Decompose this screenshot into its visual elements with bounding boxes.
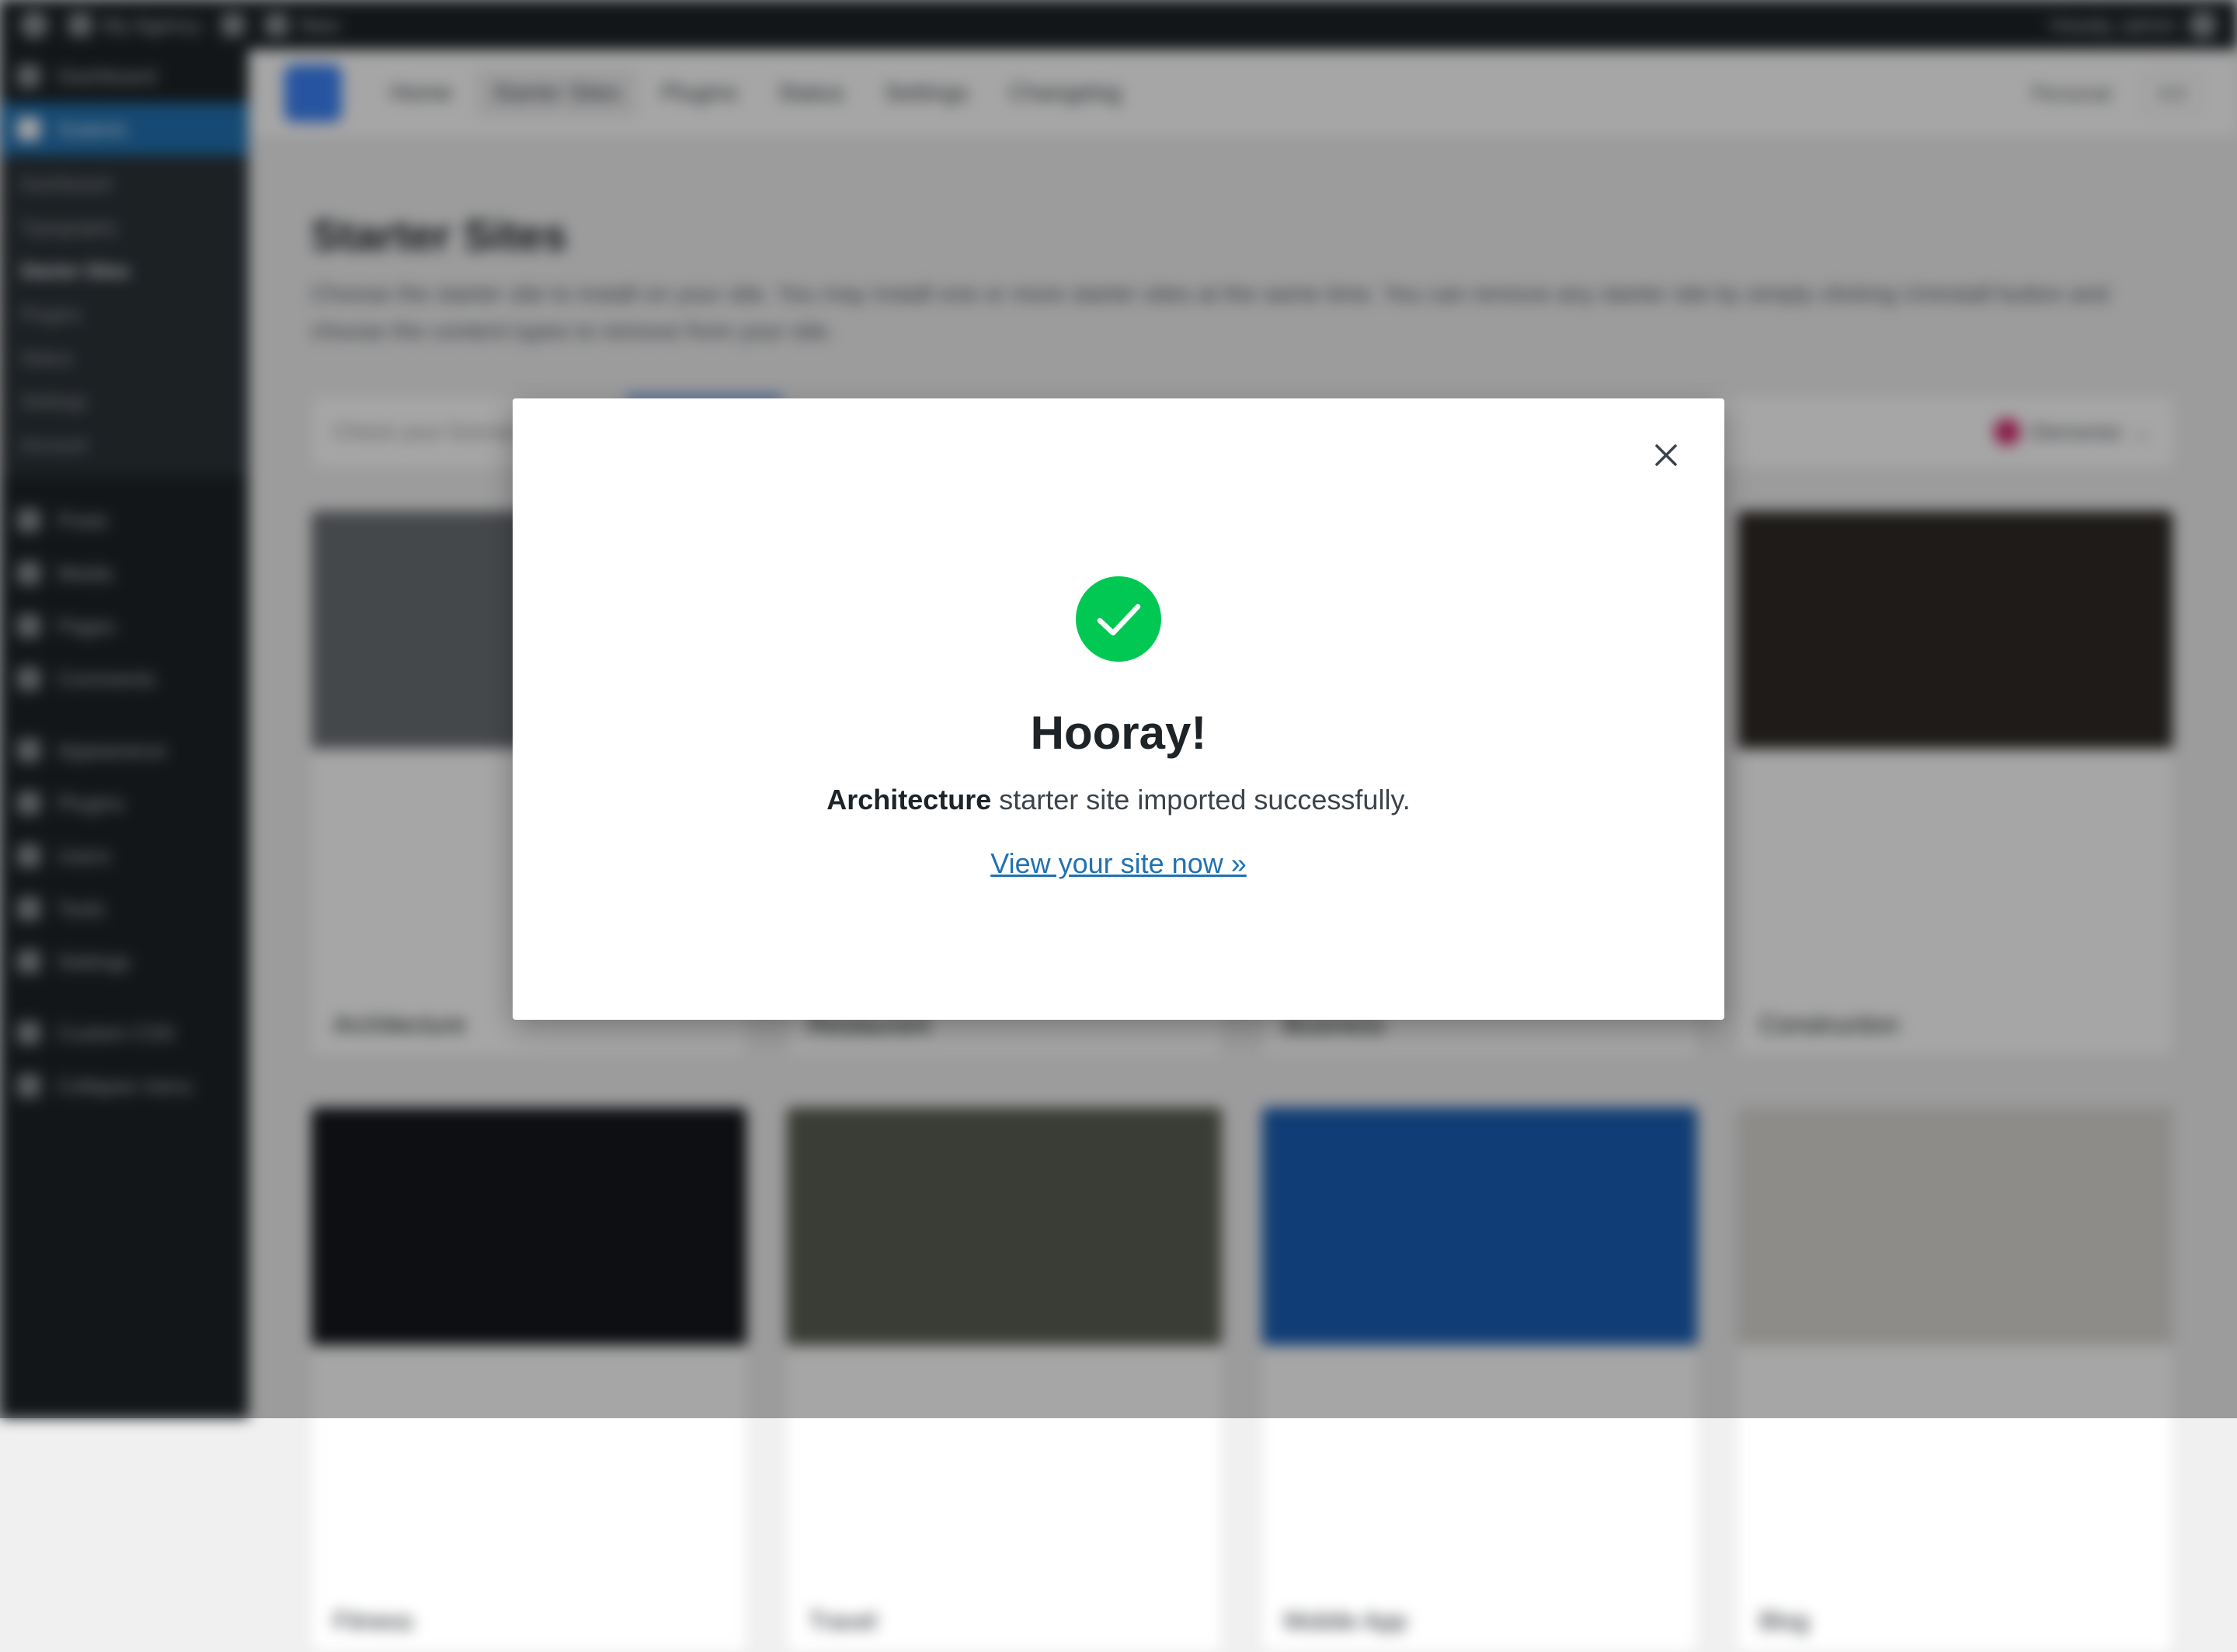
modal-title: Hooray! (1030, 707, 1207, 759)
success-message: Architecture starter site imported succe… (513, 784, 1724, 816)
success-message-text: starter site imported successfully. (991, 784, 1411, 816)
site-card-title: Fitness (333, 1607, 414, 1635)
site-card-title: Travel (809, 1607, 877, 1635)
view-site-link[interactable]: View your site now » (990, 847, 1247, 879)
close-button[interactable] (1648, 437, 1684, 473)
import-success-modal: Hooray! Architecture starter site import… (513, 398, 1724, 1020)
close-icon (1655, 444, 1677, 466)
imported-site-name: Architecture (826, 784, 992, 816)
site-card-title: Blog (1759, 1607, 1810, 1635)
site-card-title: Mobile App (1284, 1607, 1407, 1635)
success-check-icon (1076, 576, 1161, 662)
